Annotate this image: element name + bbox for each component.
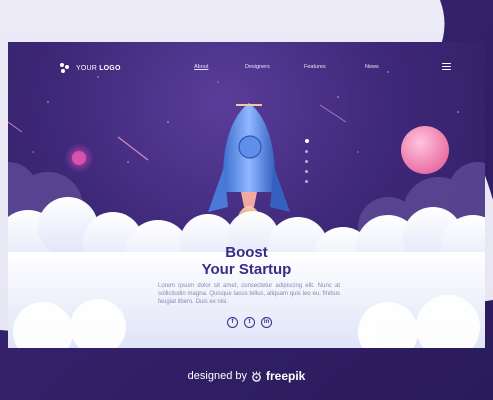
credit-line: designed by freepik xyxy=(0,369,493,383)
nav-news[interactable]: News xyxy=(365,64,379,70)
slider-dot-5[interactable] xyxy=(305,180,308,183)
freepik-icon xyxy=(252,370,261,382)
hero-title-line2: Your Startup xyxy=(201,261,292,278)
slider-dots xyxy=(305,139,309,190)
nav-about[interactable]: About xyxy=(194,64,208,70)
hero-body-text: Lorem ipsum dolor sit amet, consectetur … xyxy=(158,283,340,305)
hamburger-icon[interactable] xyxy=(442,63,451,70)
slider-dot-3[interactable] xyxy=(305,160,308,163)
landing-card: YOUR LOGO About Designers Features News … xyxy=(8,42,485,348)
nav-features[interactable]: Features xyxy=(304,64,326,70)
hero-title-line1: Boost xyxy=(225,244,268,261)
slider-dot-1[interactable] xyxy=(305,139,309,143)
social-links: f t in xyxy=(227,317,272,328)
twitter-icon[interactable]: t xyxy=(244,317,255,328)
facebook-icon[interactable]: f xyxy=(227,317,238,328)
main-nav: About Designers Features News xyxy=(8,64,485,74)
nav-designers[interactable]: Designers xyxy=(245,64,270,70)
linkedin-icon[interactable]: in xyxy=(261,317,272,328)
credit-prefix: designed by xyxy=(187,370,247,382)
slider-dot-4[interactable] xyxy=(305,170,308,173)
credit-brand[interactable]: freepik xyxy=(266,369,305,383)
slider-dot-2[interactable] xyxy=(305,150,308,153)
